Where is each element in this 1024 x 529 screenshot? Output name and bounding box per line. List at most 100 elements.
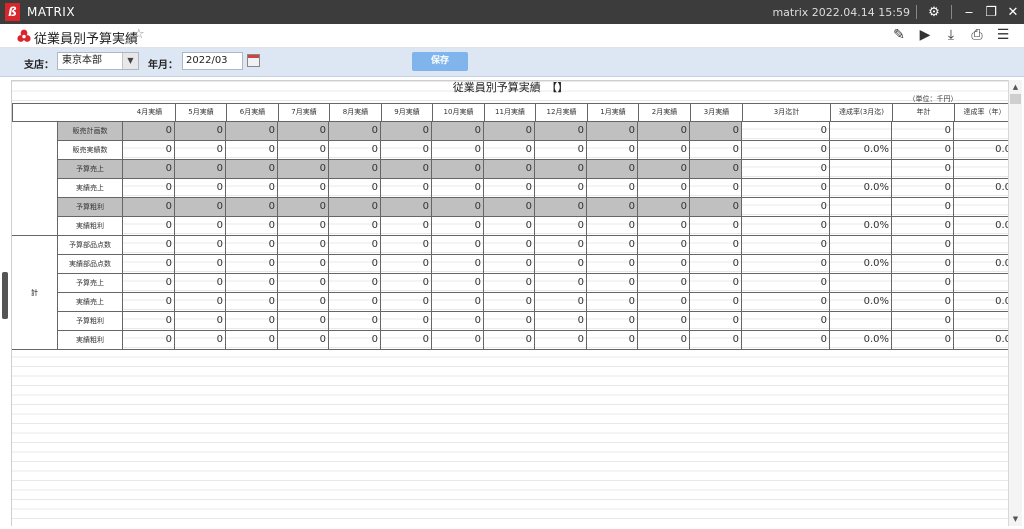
table-cell[interactable]: 0 [535,236,587,254]
table-cell[interactable]: 0.0% [830,179,892,197]
table-cell[interactable]: 0 [892,236,954,254]
vertical-scrollbar[interactable]: ▲ ▼ [1008,80,1022,526]
table-cell[interactable]: 0 [175,217,226,235]
column-header[interactable]: 達成率(3月迄) [831,104,893,121]
table-cell[interactable]: 0 [742,122,830,140]
table-cell[interactable]: 0 [484,122,535,140]
table-cell[interactable] [954,274,1008,292]
table-cell[interactable]: 0 [226,179,278,197]
column-header[interactable]: 3月実績 [691,104,743,121]
table-cell[interactable]: 0 [690,331,742,349]
table-cell[interactable]: 0 [381,274,432,292]
table-cell[interactable]: 0 [123,141,175,159]
table-cell[interactable]: 0 [278,293,329,311]
column-header[interactable]: 10月実績 [433,104,485,121]
table-cell[interactable]: 0 [587,312,638,330]
scroll-thumb[interactable] [1010,94,1021,104]
column-header[interactable]: 達成率（年） [955,104,1008,121]
table-cell[interactable]: 0 [690,236,742,254]
close-icon[interactable]: ✕ [1002,5,1024,20]
table-cell[interactable]: 0 [484,160,535,178]
table-cell[interactable]: 0 [484,255,535,273]
table-cell[interactable]: 0 [381,198,432,216]
column-header[interactable]: 4月実績 [124,104,176,121]
table-cell[interactable]: 0 [123,179,175,197]
table-cell[interactable]: 0 [432,331,484,349]
table-cell[interactable]: 0 [535,198,587,216]
table-cell[interactable]: 0 [226,312,278,330]
table-cell[interactable]: 0 [638,198,690,216]
table-cell[interactable]: 0 [381,160,432,178]
table-cell[interactable]: 0 [892,198,954,216]
table-cell[interactable]: 0 [329,160,381,178]
table-cell[interactable]: 0 [638,331,690,349]
table-cell[interactable]: 0 [381,236,432,254]
table-cell[interactable]: 0 [587,331,638,349]
table-cell[interactable]: 0 [123,331,175,349]
table-cell[interactable]: 0 [535,274,587,292]
table-cell[interactable]: 0 [892,274,954,292]
table-cell[interactable]: 0 [175,255,226,273]
table-cell[interactable]: 0 [278,236,329,254]
row-label[interactable]: 実績粗利 [58,331,123,349]
table-cell[interactable]: 0 [278,331,329,349]
table-cell[interactable]: 0 [432,217,484,235]
column-header[interactable]: 6月実績 [227,104,279,121]
table-cell[interactable]: 0 [638,122,690,140]
table-cell[interactable] [954,198,1008,216]
table-cell[interactable]: 0 [484,236,535,254]
table-cell[interactable] [830,198,892,216]
table-cell[interactable]: 0 [278,122,329,140]
table-cell[interactable]: 0 [329,141,381,159]
table-cell[interactable]: 0.0 [954,217,1008,235]
table-cell[interactable]: 0 [226,198,278,216]
table-cell[interactable]: 0 [226,236,278,254]
table-cell[interactable]: 0 [892,255,954,273]
table-cell[interactable]: 0 [432,293,484,311]
play-icon[interactable]: ▶ [912,27,938,43]
table-cell[interactable]: 0 [742,236,830,254]
table-cell[interactable]: 0 [329,274,381,292]
save-button[interactable]: 保存 [412,52,468,71]
table-cell[interactable]: 0 [329,122,381,140]
column-header[interactable]: 7月実績 [279,104,330,121]
table-cell[interactable]: 0 [587,141,638,159]
table-cell[interactable]: 0 [278,179,329,197]
table-cell[interactable]: 0 [381,122,432,140]
table-cell[interactable]: 0 [329,217,381,235]
table-cell[interactable]: 0 [329,255,381,273]
column-header[interactable]: 9月実績 [382,104,433,121]
calendar-icon[interactable] [247,54,260,67]
table-cell[interactable]: 0 [892,312,954,330]
table-cell[interactable]: 0 [329,293,381,311]
table-cell[interactable]: 0 [690,217,742,235]
table-cell[interactable]: 0 [381,141,432,159]
table-cell[interactable]: 0 [742,179,830,197]
table-cell[interactable]: 0 [638,293,690,311]
restore-icon[interactable]: ❐ [980,5,1002,20]
table-cell[interactable]: 0 [742,331,830,349]
table-cell[interactable]: 0 [742,141,830,159]
table-cell[interactable]: 0 [123,217,175,235]
table-cell[interactable]: 0 [329,179,381,197]
row-label[interactable]: 予算粗利 [58,312,123,330]
column-header[interactable]: 11月実績 [485,104,536,121]
table-cell[interactable]: 0 [638,141,690,159]
gear-icon[interactable]: ⚙ [923,5,945,20]
table-cell[interactable]: 0 [432,312,484,330]
table-cell[interactable]: 0 [587,293,638,311]
table-cell[interactable]: 0 [123,122,175,140]
column-header[interactable]: 年計 [893,104,955,121]
table-cell[interactable]: 0 [892,122,954,140]
table-cell[interactable]: 0 [535,141,587,159]
table-cell[interactable]: 0 [123,255,175,273]
table-cell[interactable]: 0.0 [954,293,1008,311]
table-cell[interactable]: 0 [226,274,278,292]
table-cell[interactable]: 0 [587,160,638,178]
table-cell[interactable]: 0 [892,160,954,178]
table-cell[interactable] [830,312,892,330]
table-cell[interactable] [954,160,1008,178]
table-cell[interactable]: 0 [638,255,690,273]
table-cell[interactable]: 0 [484,312,535,330]
table-cell[interactable]: 0 [432,198,484,216]
